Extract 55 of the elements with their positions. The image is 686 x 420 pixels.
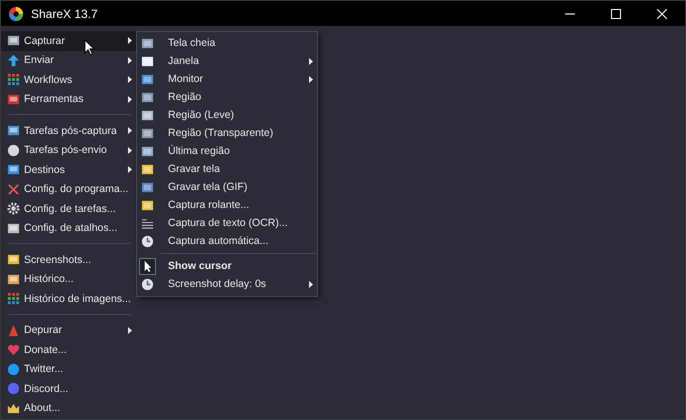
menu-item[interactable]: Twitter... (1, 360, 136, 379)
menu-item[interactable]: Enviar (1, 50, 136, 70)
screen-icon (141, 36, 154, 50)
region-icon (141, 144, 154, 158)
menu-item[interactable]: Histórico de imagens... (1, 289, 136, 308)
upload-icon (7, 54, 20, 67)
app-logo-icon (8, 6, 24, 22)
submenu-item[interactable]: Captura rolante... (137, 196, 317, 214)
text-icon (141, 216, 154, 230)
submenu-item[interactable]: Janela (137, 52, 317, 70)
mouse-pointer-icon (84, 39, 95, 56)
submenu-item[interactable]: Captura automática... (137, 232, 317, 250)
menu-item[interactable]: Screenshots... (1, 250, 136, 270)
checkbox[interactable] (139, 258, 156, 274)
submenu-item[interactable]: Tela cheia (137, 34, 317, 52)
close-icon (657, 8, 667, 18)
screen-icon (7, 34, 20, 48)
menu-item[interactable]: Tarefas pós-captura (1, 121, 136, 140)
menu-item[interactable]: Destinos (1, 160, 136, 180)
region-icon (141, 126, 154, 140)
clock-icon (141, 278, 154, 290)
submenu-item[interactable]: Captura de texto (OCR)... (137, 214, 317, 232)
menu-item[interactable]: Tarefas pós-envio (1, 140, 136, 160)
submenu-item[interactable]: Última região (137, 142, 317, 160)
window-title: ShareX 13.7 (31, 6, 98, 20)
window-icon (141, 54, 154, 68)
menu-item[interactable]: Ferramentas (1, 90, 136, 109)
image-grid-icon (7, 292, 20, 306)
submenu-item[interactable]: Região (Transparente) (137, 124, 317, 142)
grid-icon (7, 73, 20, 86)
submenu-item[interactable]: Screenshot delay: 0s (137, 275, 317, 293)
menu-item[interactable]: Donate... (1, 340, 136, 360)
maximize-icon (611, 8, 621, 18)
menu-item[interactable]: Config. do programa... (1, 180, 136, 199)
menu-item[interactable]: Capturar (1, 31, 136, 50)
clock-icon (141, 234, 154, 248)
menu-item[interactable]: Config. de atalhos... (1, 218, 136, 238)
region-icon (141, 108, 154, 122)
menu-item[interactable]: Histórico... (1, 270, 136, 289)
gear-icon (7, 202, 20, 216)
menu-item[interactable]: Config. de tarefas... (1, 199, 136, 218)
submenu-item[interactable]: Gravar tela (GIF) (137, 178, 317, 196)
cone-icon (7, 324, 20, 337)
region-icon (141, 90, 154, 104)
menu-item[interactable]: Depurar (1, 320, 136, 340)
menu-item[interactable]: About... (1, 398, 136, 418)
crown-icon (7, 402, 20, 415)
submenu-item[interactable]: Show cursor (137, 257, 317, 275)
heart-icon (7, 343, 20, 356)
menu-item[interactable]: Discord... (1, 379, 136, 398)
submenu-item[interactable]: Gravar tela (137, 160, 317, 178)
submenu-item[interactable]: Região (137, 88, 317, 106)
submenu-item[interactable]: Monitor (137, 70, 317, 88)
menu-item[interactable]: Workflows (1, 70, 136, 90)
submenu-item[interactable]: Região (Leve) (137, 106, 317, 124)
